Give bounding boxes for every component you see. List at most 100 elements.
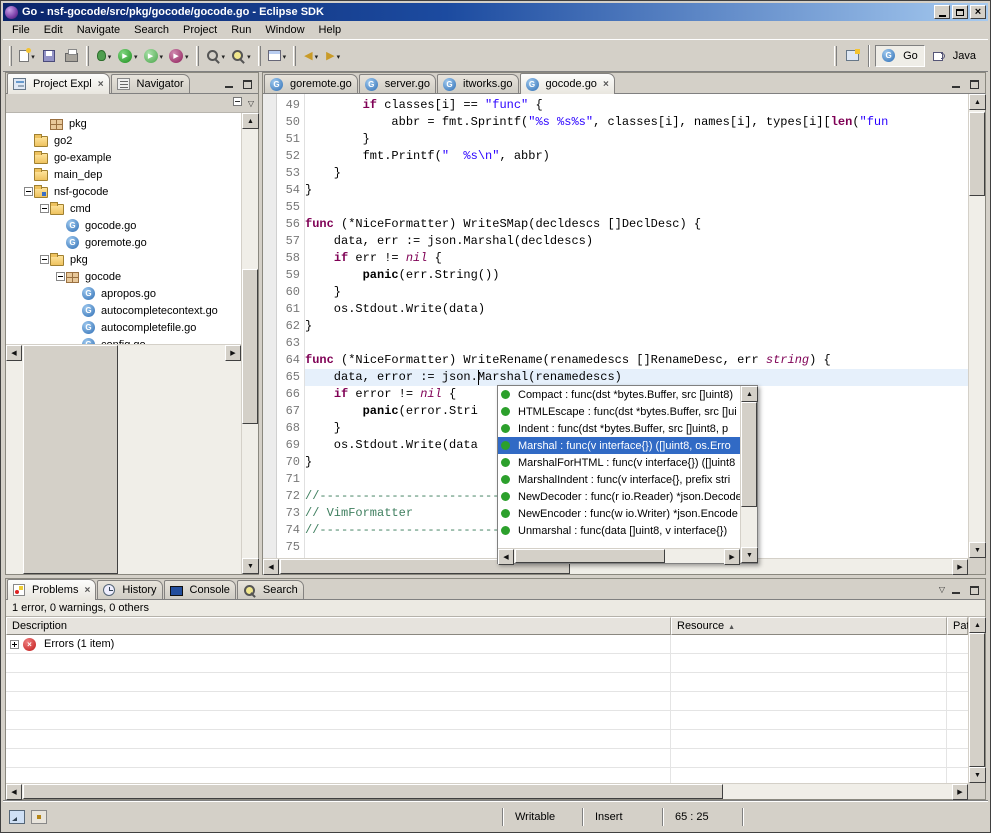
scroll-down-button[interactable] bbox=[741, 547, 758, 563]
scrollbar-thumb[interactable] bbox=[741, 402, 757, 507]
scrollbar-track[interactable] bbox=[242, 129, 258, 558]
scrollbar-thumb[interactable] bbox=[23, 784, 723, 799]
menu-project[interactable]: Project bbox=[176, 22, 224, 38]
tree-item-apropos-go[interactable]: apropos.go bbox=[6, 285, 241, 302]
column-header-resource[interactable]: Resource bbox=[671, 617, 947, 635]
search-button[interactable] bbox=[228, 44, 254, 68]
perspective-java-button[interactable]: Java bbox=[927, 45, 982, 67]
run-button[interactable] bbox=[115, 44, 141, 68]
tree-item-go-example[interactable]: go-example bbox=[6, 149, 241, 166]
menu-file[interactable]: File bbox=[5, 22, 37, 38]
expand-icon[interactable] bbox=[10, 640, 19, 649]
completion-item-marshalforhtml[interactable]: MarshalForHTML : func(v interface{}) ([]… bbox=[498, 454, 740, 471]
scroll-up-button[interactable] bbox=[741, 386, 758, 402]
perspective-shortcut-icon[interactable] bbox=[31, 810, 47, 824]
code-line[interactable]: fmt.Printf(" %s\n", abbr) bbox=[305, 148, 968, 165]
code-line[interactable]: } bbox=[305, 165, 968, 182]
tree-item-nsf-gocode[interactable]: nsf-gocode bbox=[6, 183, 241, 200]
editor-tab-gocode-go[interactable]: gocode.go bbox=[520, 73, 615, 94]
collapse-icon[interactable] bbox=[40, 255, 49, 264]
column-header-path[interactable]: Path bbox=[947, 617, 968, 635]
scroll-right-button[interactable] bbox=[952, 784, 968, 800]
scroll-right-button[interactable] bbox=[225, 345, 241, 361]
tree-item-goremote-go[interactable]: goremote.go bbox=[6, 234, 241, 251]
completion-item-marshalindent[interactable]: MarshalIndent : func(v interface{}, pref… bbox=[498, 471, 740, 488]
scroll-left-button[interactable] bbox=[498, 549, 514, 565]
collapse-icon[interactable] bbox=[40, 204, 49, 213]
view-menu-button[interactable] bbox=[939, 583, 945, 595]
scroll-left-button[interactable] bbox=[6, 345, 22, 361]
view-menu-button[interactable] bbox=[248, 97, 254, 109]
scrollbar-track[interactable] bbox=[969, 110, 985, 542]
tree-item-autocompletefile-go[interactable]: autocompletefile.go bbox=[6, 319, 241, 336]
minimize-view-button[interactable] bbox=[949, 77, 963, 89]
collapse-all-button[interactable] bbox=[233, 97, 242, 109]
editor-vertical-scrollbar[interactable] bbox=[968, 94, 985, 558]
scroll-up-button[interactable] bbox=[969, 94, 986, 110]
code-line[interactable] bbox=[305, 199, 968, 216]
code-line[interactable] bbox=[305, 335, 968, 352]
scrollbar-track[interactable] bbox=[514, 549, 724, 563]
scrollbar-thumb[interactable] bbox=[969, 633, 985, 767]
tree-item-pkg[interactable]: pkg bbox=[6, 251, 241, 268]
scroll-right-button[interactable] bbox=[724, 549, 740, 565]
new-button[interactable] bbox=[16, 44, 38, 68]
maximize-view-button[interactable] bbox=[967, 77, 981, 89]
column-header-description[interactable]: Description bbox=[6, 617, 671, 635]
collapse-icon[interactable] bbox=[24, 187, 33, 196]
open-perspective-button[interactable] bbox=[841, 44, 863, 68]
code-line[interactable]: data, error := json.Marshal(renamedescs) bbox=[305, 369, 968, 386]
tree-vertical-scrollbar[interactable] bbox=[241, 113, 258, 574]
scrollbar-thumb[interactable] bbox=[515, 549, 665, 563]
menu-navigate[interactable]: Navigate bbox=[70, 22, 127, 38]
save-button[interactable] bbox=[38, 44, 60, 68]
tree-item-go2[interactable]: go2 bbox=[6, 132, 241, 149]
completion-item-marshal[interactable]: Marshal : func(v interface{}) ([]uint8, … bbox=[498, 437, 740, 454]
minimize-button[interactable] bbox=[934, 5, 950, 19]
tree-item-pkg[interactable]: pkg bbox=[6, 115, 241, 132]
completion-item-newencoder[interactable]: NewEncoder : func(w io.Writer) *json.Enc… bbox=[498, 505, 740, 522]
close-tab-icon[interactable] bbox=[603, 78, 609, 90]
debug-button[interactable] bbox=[93, 44, 115, 68]
collapse-icon[interactable] bbox=[56, 272, 65, 281]
view-tab-console[interactable]: Console bbox=[164, 580, 236, 599]
fast-view-button[interactable] bbox=[9, 810, 25, 824]
scrollbar-thumb[interactable] bbox=[23, 345, 118, 574]
scroll-right-button[interactable] bbox=[952, 559, 968, 575]
code-line[interactable]: func (*NiceFormatter) WriteSMap(decldesc… bbox=[305, 216, 968, 233]
view-tab-navigator[interactable]: Navigator bbox=[111, 74, 190, 93]
popup-horizontal-scrollbar[interactable] bbox=[498, 548, 740, 563]
maximize-view-button[interactable] bbox=[967, 583, 981, 595]
profile-button[interactable] bbox=[166, 44, 192, 68]
completion-item-compact[interactable]: Compact : func(dst *bytes.Buffer, src []… bbox=[498, 386, 740, 403]
menu-help[interactable]: Help bbox=[312, 22, 349, 38]
tree-item-autocompletecontext-go[interactable]: autocompletecontext.go bbox=[6, 302, 241, 319]
completion-item-newdecoder[interactable]: NewDecoder : func(r io.Reader) *json.Dec… bbox=[498, 488, 740, 505]
view-tab-search[interactable]: Search bbox=[237, 580, 304, 599]
scrollbar-thumb[interactable] bbox=[242, 269, 258, 424]
scrollbar-thumb[interactable] bbox=[969, 112, 985, 196]
problems-row[interactable]: Errors (1 item) bbox=[6, 635, 968, 654]
code-line[interactable]: } bbox=[305, 131, 968, 148]
forward-button[interactable] bbox=[322, 44, 344, 68]
scrollbar-track[interactable] bbox=[741, 402, 757, 547]
tree-item-config-go[interactable]: config.go bbox=[6, 336, 241, 344]
run-last-button[interactable] bbox=[141, 44, 167, 68]
tree-horizontal-scrollbar[interactable] bbox=[6, 344, 241, 574]
scroll-down-button[interactable] bbox=[969, 767, 986, 783]
close-tab-icon[interactable] bbox=[84, 584, 90, 596]
scrollbar-track[interactable] bbox=[969, 633, 985, 767]
back-button[interactable] bbox=[300, 44, 322, 68]
completion-item-indent[interactable]: Indent : func(dst *bytes.Buffer, src []u… bbox=[498, 420, 740, 437]
close-button[interactable] bbox=[970, 5, 986, 19]
menu-run[interactable]: Run bbox=[224, 22, 258, 38]
view-tab-project-expl[interactable]: Project Expl bbox=[7, 73, 110, 94]
scroll-down-button[interactable] bbox=[969, 542, 986, 558]
code-line[interactable]: } bbox=[305, 318, 968, 335]
table-vertical-scrollbar[interactable] bbox=[968, 617, 985, 783]
code-line[interactable]: data, err := json.Marshal(decldescs) bbox=[305, 233, 968, 250]
minimize-view-button[interactable] bbox=[949, 583, 963, 595]
code-line[interactable]: panic(err.String()) bbox=[305, 267, 968, 284]
scroll-left-button[interactable] bbox=[6, 784, 22, 800]
code-line[interactable]: abbr = fmt.Sprintf("%s %s%s", classes[i]… bbox=[305, 114, 968, 131]
